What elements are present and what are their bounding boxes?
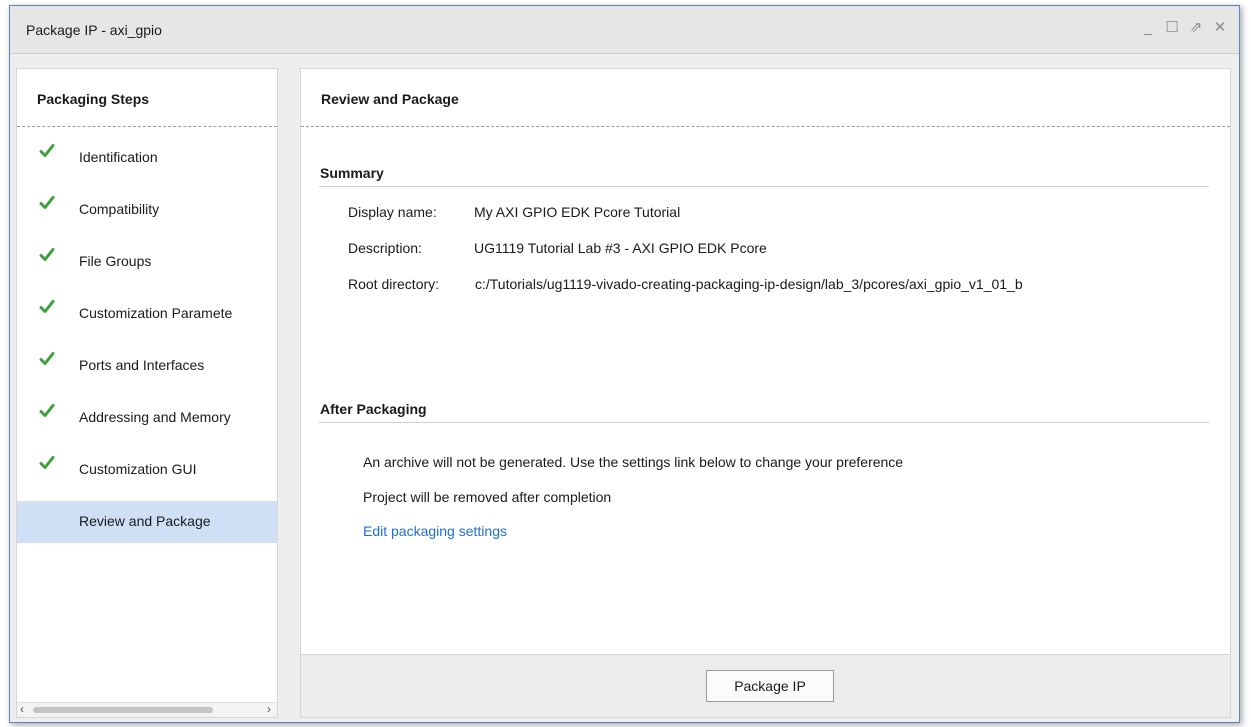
- step-addressing-and-memory[interactable]: Addressing and Memory: [17, 393, 277, 445]
- step-label: Review and Package: [79, 513, 211, 529]
- step-label: Addressing and Memory: [79, 409, 231, 425]
- step-label: File Groups: [79, 253, 152, 269]
- review-and-package-panel: Review and Package Summary Display name:…: [300, 68, 1231, 718]
- display-name-label: Display name:: [348, 204, 437, 220]
- title-bar[interactable]: Package IP - axi_gpio _ ☐ ⇗ ✕: [10, 6, 1239, 54]
- window-title: Package IP - axi_gpio: [26, 22, 162, 38]
- step-label: Customization GUI: [79, 461, 197, 477]
- summary-title: Summary: [320, 165, 384, 181]
- package-ip-dialog: Package IP - axi_gpio _ ☐ ⇗ ✕ Packaging …: [9, 5, 1240, 723]
- steps-list: Identification Compatibility File Groups Cu…: [17, 133, 277, 543]
- packaging-steps-panel: Packaging Steps Identification Compatibil…: [16, 68, 278, 718]
- step-label: Compatibility: [79, 201, 160, 217]
- display-name-row: Display name: My AXI GPIO EDK Pcore Tuto…: [348, 204, 680, 220]
- after-packaging-title: After Packaging: [320, 401, 427, 417]
- root-directory-row: Root directory: c:/Tutorials/ug1119-viva…: [348, 276, 1023, 292]
- step-review-and-package[interactable]: Review and Package: [17, 501, 277, 543]
- step-label: Identification: [79, 149, 158, 165]
- description-row: Description: UG1119 Tutorial Lab #3 - AX…: [348, 240, 767, 256]
- step-ports-and-interfaces[interactable]: Ports and Interfaces: [17, 341, 277, 393]
- description-value: UG1119 Tutorial Lab #3 - AXI GPIO EDK Pc…: [474, 240, 767, 256]
- step-identification[interactable]: Identification: [17, 133, 277, 185]
- close-icon[interactable]: ✕: [1213, 19, 1227, 37]
- step-customization-paramete[interactable]: Customization Paramete: [17, 289, 277, 341]
- summary-divider: [319, 186, 1209, 187]
- checkmark-icon: [39, 351, 55, 367]
- archive-info-text: An archive will not be generated. Use th…: [363, 454, 904, 470]
- scroll-right-icon[interactable]: ›: [267, 702, 271, 716]
- step-label: Customization Paramete: [79, 305, 233, 321]
- horizontal-scrollbar[interactable]: ‹ ›: [17, 702, 277, 717]
- review-header: Review and Package: [301, 69, 1230, 127]
- step-file-groups[interactable]: File Groups: [17, 237, 277, 289]
- packaging-steps-header: Packaging Steps: [17, 69, 277, 127]
- restore-icon[interactable]: ⇗: [1189, 19, 1203, 37]
- step-compatibility[interactable]: Compatibility: [17, 185, 277, 237]
- maximize-icon[interactable]: ☐: [1165, 19, 1179, 37]
- checkmark-icon: [39, 247, 55, 263]
- checkmark-icon: [39, 143, 55, 159]
- step-label: Ports and Interfaces: [79, 357, 205, 373]
- packaging-steps-title: Packaging Steps: [37, 91, 150, 107]
- project-removal-text: Project will be removed after completion: [363, 489, 612, 505]
- after-packaging-divider: [319, 422, 1209, 423]
- scroll-thumb[interactable]: [33, 707, 213, 713]
- checkmark-icon: [39, 403, 55, 419]
- scroll-left-icon[interactable]: ‹: [20, 702, 24, 716]
- root-directory-value: c:/Tutorials/ug1119-vivado-creating-pack…: [475, 276, 1023, 292]
- description-label: Description:: [348, 240, 422, 256]
- checkmark-icon: [39, 299, 55, 315]
- review-title: Review and Package: [321, 91, 459, 107]
- root-directory-label: Root directory:: [348, 276, 440, 292]
- display-name-value: My AXI GPIO EDK Pcore Tutorial: [474, 204, 681, 220]
- window-controls: _ ☐ ⇗ ✕: [1141, 19, 1227, 37]
- minimize-icon[interactable]: _: [1141, 19, 1155, 37]
- package-ip-button[interactable]: Package IP: [706, 670, 834, 702]
- checkmark-icon: [39, 195, 55, 211]
- dialog-footer: Package IP: [301, 654, 1230, 717]
- edit-packaging-settings-link[interactable]: Edit packaging settings: [363, 523, 507, 539]
- checkmark-icon: [39, 455, 55, 471]
- step-customization-gui[interactable]: Customization GUI: [17, 445, 277, 497]
